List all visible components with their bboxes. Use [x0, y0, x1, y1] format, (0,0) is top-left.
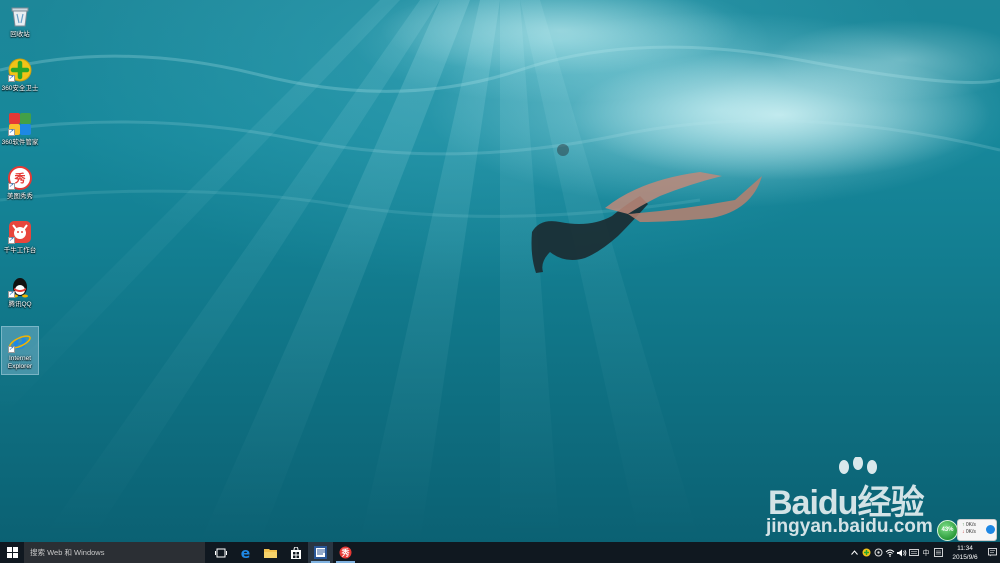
show-hidden-icons-button[interactable]	[848, 542, 860, 563]
file-explorer-icon	[264, 549, 277, 558]
baidu-jingyan-watermark: Baidu经验 jingyan.baidu.com	[766, 457, 956, 542]
360-tray-icon	[862, 548, 870, 557]
tray-app-icon	[874, 548, 882, 557]
recycle-bin-icon	[8, 4, 32, 28]
desktop-icon-360-software-manager[interactable]: ↗ 360软件管家	[2, 112, 38, 147]
chevron-up-icon	[850, 550, 858, 555]
internet-explorer-icon: e ↗	[8, 329, 32, 353]
upload-arrow-icon: ↑	[962, 522, 965, 528]
download-speed: 0K/s	[965, 529, 976, 535]
search-box[interactable]: 搜索 Web 和 Windows	[24, 542, 205, 563]
desktop-icon-internet-explorer[interactable]: e ↗ Internet Explorer	[1, 326, 39, 375]
tencent-qq-icon: ↗	[8, 274, 32, 298]
clock-date: 2015/9/6	[952, 553, 978, 561]
widget-accelerate-button[interactable]	[986, 525, 995, 534]
volume-button[interactable]	[896, 542, 908, 563]
desktop-icon-label-line2: Explorer	[7, 363, 33, 370]
word-button[interactable]	[308, 542, 333, 563]
desktop-icon-label: 千牛工作台	[3, 247, 37, 254]
ime-mode-icon	[933, 548, 943, 557]
windows-logo-icon	[6, 547, 18, 558]
desktop-icon-label: 360软件管家	[1, 139, 39, 146]
desktop-icon-tencent-qq[interactable]: ↗ 腾讯QQ	[2, 274, 38, 309]
clock[interactable]: 11:34 2015/9/6	[946, 544, 984, 562]
action-center-button[interactable]	[984, 542, 1000, 563]
clock-time: 11:34	[957, 544, 973, 552]
edge-icon: e	[241, 546, 251, 559]
start-button[interactable]	[0, 542, 24, 563]
network-speed-widget[interactable]: 43% ↑ 0K/s ↓ 0K/s	[937, 519, 997, 541]
tray-app-button[interactable]	[872, 542, 884, 563]
meitu-icon: 秀	[339, 546, 352, 559]
meitu-xiuxiu-icon: 秀 ↗	[8, 166, 32, 190]
upload-speed: 0K/s	[965, 522, 976, 528]
speed-ball[interactable]: 43%	[937, 520, 958, 541]
taskbar: 搜索 Web 和 Windows e 秀 中 11:34 2015/9/6	[0, 542, 1000, 563]
task-view-icon	[214, 548, 227, 557]
download-arrow-icon: ↓	[962, 529, 965, 535]
ime-mode-button[interactable]	[932, 542, 944, 563]
keyboard-button[interactable]	[908, 542, 920, 563]
desktop-icon-360-safe-guard[interactable]: ↗ 360安全卫士	[2, 58, 38, 93]
edge-button[interactable]: e	[233, 542, 258, 563]
tray-360-button[interactable]	[860, 542, 872, 563]
svg-text:秀: 秀	[341, 548, 351, 558]
file-explorer-button[interactable]	[258, 542, 283, 563]
sun-rays	[0, 0, 700, 542]
store-button[interactable]	[283, 542, 308, 563]
desktop-icon-qianniu-workbench[interactable]: ↗ 千牛工作台	[2, 220, 38, 255]
speaker-icon	[897, 549, 907, 556]
word-icon	[314, 546, 327, 559]
keyboard-icon	[909, 549, 919, 556]
meitu-button[interactable]: 秀	[333, 542, 358, 563]
task-view-button[interactable]	[208, 542, 233, 563]
360-software-manager-icon: ↗	[8, 112, 32, 136]
desktop-icon-label: 美图秀秀	[7, 193, 33, 200]
qianniu-workbench-icon: ↗	[8, 220, 32, 244]
wifi-icon	[885, 549, 895, 557]
svg-text:秀: 秀	[14, 171, 26, 185]
system-tray: 中 11:34 2015/9/6	[848, 542, 1000, 563]
desktop-icon-recycle-bin[interactable]: 回收站	[2, 4, 38, 39]
ime-indicator[interactable]: 中	[920, 542, 932, 563]
svg-text:e: e	[241, 546, 251, 559]
360-safe-guard-icon: ↗	[8, 58, 32, 82]
svg-text:e: e	[13, 329, 27, 353]
network-button[interactable]	[884, 542, 896, 563]
desktop-icon-meitu-xiuxiu[interactable]: 秀 ↗ 美图秀秀	[2, 166, 38, 201]
desktop-icon-label-line1: Internet	[8, 355, 32, 362]
watermark-url: jingyan.baidu.com	[766, 516, 933, 537]
search-placeholder: 搜索 Web 和 Windows	[30, 548, 105, 557]
store-icon	[290, 546, 301, 559]
desktop-icon-label: 腾讯QQ	[8, 301, 32, 308]
desktop-icon-label: 360安全卫士	[1, 85, 39, 92]
desktop-icon-label: 回收站	[10, 31, 30, 38]
notification-icon	[987, 548, 997, 557]
